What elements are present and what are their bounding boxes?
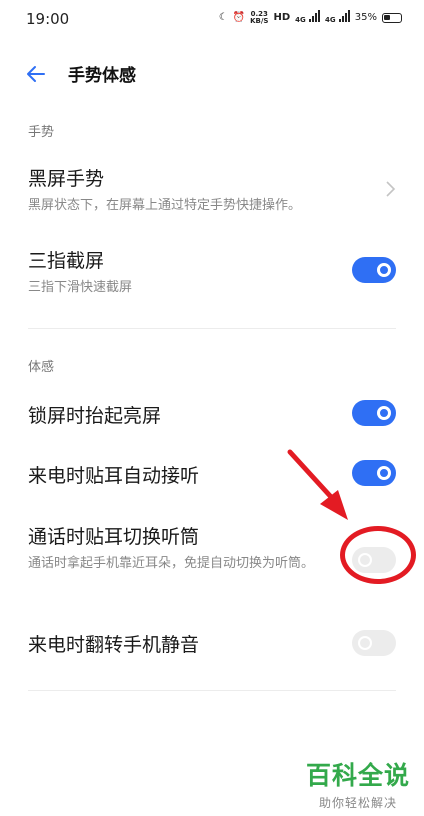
red-arrow-annotation-icon: [287, 449, 348, 520]
setting-row-flip-to-mute[interactable]: 来电时翻转手机静音: [0, 622, 424, 666]
status-icons: ☾ ⏰ 0.23 KB/S HD 4G 4G 35%: [219, 10, 402, 25]
setting-title: 三指截屏: [28, 250, 105, 272]
toggle-knob: [377, 466, 391, 480]
chevron-right-icon: [386, 181, 396, 197]
moon-icon: ☾: [218, 12, 228, 23]
setting-title: 来电时贴耳自动接听: [28, 465, 200, 487]
section-label-motion: 体感: [28, 360, 55, 375]
signal-icon: [308, 10, 320, 22]
setting-subtitle: 通话时拿起手机靠近耳朵，免提自动切换为听筒。: [28, 556, 315, 571]
setting-row-auto-answer[interactable]: 来电时贴耳自动接听: [0, 452, 424, 496]
alarm-icon: ⏰: [232, 12, 246, 23]
status-time: 19:00: [26, 10, 70, 28]
setting-row-three-finger-screenshot[interactable]: 三指截屏 三指下滑快速截屏: [0, 242, 424, 308]
sim1-signal: 4G: [295, 10, 320, 25]
signal-icon: [338, 10, 350, 22]
toggle-switch-off[interactable]: [352, 630, 396, 656]
toggle-switch-on[interactable]: [352, 400, 396, 426]
battery-text: 35%: [354, 12, 377, 23]
setting-subtitle: 黑屏状态下，在屏幕上通过特定手势快捷操作。: [28, 198, 302, 213]
setting-row-raise-to-wake[interactable]: 锁屏时抬起亮屏: [0, 392, 424, 436]
divider: [28, 328, 396, 329]
hd-label: HD: [273, 12, 291, 23]
setting-title: 黑屏手势: [28, 168, 105, 190]
setting-row-screen-off-gesture[interactable]: 黑屏手势 黑屏状态下，在屏幕上通过特定手势快捷操作。: [0, 160, 424, 226]
sim2-signal: 4G: [325, 10, 350, 25]
watermark-logo: 百科全说: [305, 761, 410, 790]
app-header: 手势体感: [0, 52, 424, 96]
setting-title: 通话时贴耳切换听筒: [28, 526, 200, 548]
sim2-label: 4G: [324, 16, 336, 24]
setting-title: 来电时翻转手机静音: [28, 634, 200, 656]
toggle-switch-on[interactable]: [352, 460, 396, 486]
toggle-knob: [377, 263, 391, 277]
divider: [28, 690, 396, 691]
status-bar: 19:00 ☾ ⏰ 0.23 KB/S HD 4G 4G 35%: [0, 0, 424, 40]
watermark-slogan: 助你轻松解决: [318, 796, 397, 810]
red-circle-annotation: [340, 526, 416, 584]
page-title: 手势体感: [68, 66, 136, 86]
toggle-knob: [377, 406, 391, 420]
sim1-label: 4G: [295, 16, 306, 24]
setting-subtitle: 三指下滑快速截屏: [28, 280, 133, 295]
network-speed: 0.23 KB/S: [250, 10, 269, 25]
section-label-gestures: 手势: [28, 125, 55, 140]
network-speed-unit: KB/S: [250, 16, 269, 25]
toggle-switch-on[interactable]: [352, 257, 396, 283]
watermark: 百科全说 助你轻松解决: [306, 756, 410, 811]
battery-icon: [382, 12, 402, 23]
setting-title: 锁屏时抬起亮屏: [28, 405, 162, 427]
back-arrow-icon[interactable]: [24, 62, 48, 86]
toggle-knob: [358, 636, 372, 650]
